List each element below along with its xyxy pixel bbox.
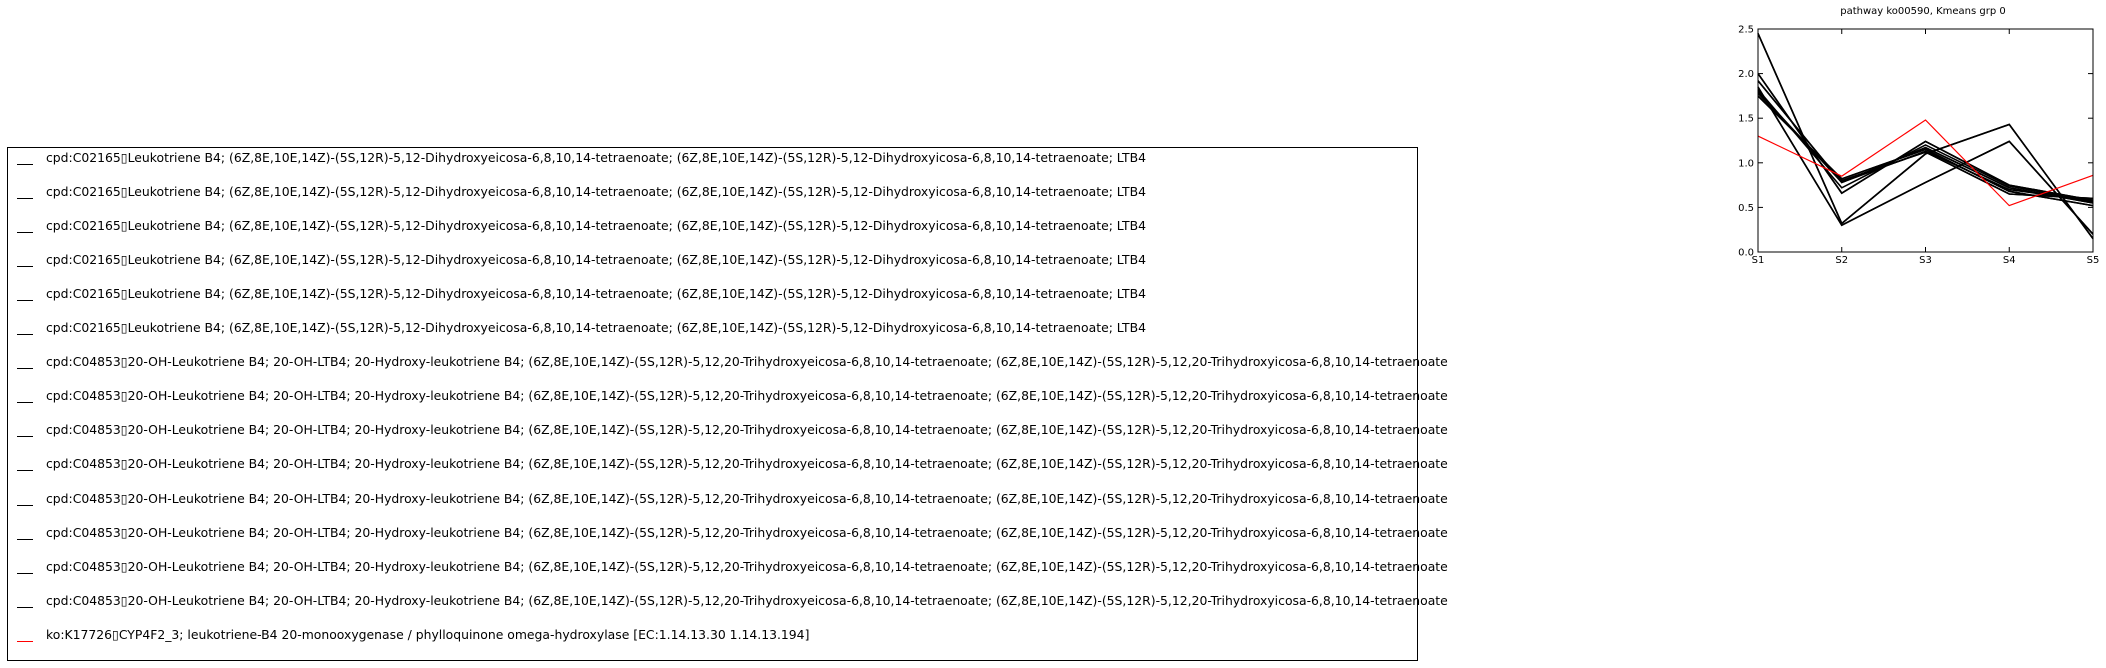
y-tick-label: 2.5 — [1738, 25, 1754, 36]
legend-item: cpd:C04853▯20-OH-Leukotriene B4; 20-OH-L… — [8, 456, 1448, 476]
legend-swatch — [17, 606, 33, 608]
legend-label: cpd:C04853▯20-OH-Leukotriene B4; 20-OH-L… — [46, 422, 1448, 438]
series-line-6 — [1757, 33, 2094, 240]
legend-swatch — [17, 368, 33, 370]
y-tick-label: 2.0 — [1738, 69, 1754, 80]
y-tick-label: 1.0 — [1738, 158, 1754, 169]
legend-label: cpd:C02165▯Leukotriene B4; (6Z,8E,10E,14… — [46, 218, 1146, 234]
legend-item: cpd:C04853▯20-OH-Leukotriene B4; 20-OH-L… — [8, 354, 1448, 374]
series-line-0 — [1757, 33, 2094, 240]
legend-swatch — [17, 504, 33, 506]
legend-label: cpd:C04853▯20-OH-Leukotriene B4; 20-OH-L… — [46, 558, 1448, 574]
legend-swatch — [17, 402, 33, 404]
legend-item: cpd:C04853▯20-OH-Leukotriene B4; 20-OH-L… — [8, 422, 1448, 442]
legend-swatch — [17, 266, 33, 268]
legend-label: cpd:C02165▯Leukotriene B4; (6Z,8E,10E,14… — [46, 184, 1146, 200]
legend-swatch — [17, 572, 33, 574]
legend-item: cpd:C02165▯Leukotriene B4; (6Z,8E,10E,14… — [8, 286, 1408, 306]
legend-label: cpd:C02165▯Leukotriene B4; (6Z,8E,10E,14… — [46, 320, 1146, 336]
series-line-1 — [1757, 73, 2094, 202]
legend-label: ko:K17726▯CYP4F2_3; leukotriene-B4 20-mo… — [46, 626, 810, 642]
legend-item: cpd:C02165▯Leukotriene B4; (6Z,8E,10E,14… — [8, 320, 1408, 340]
y-tick-label: 1.5 — [1738, 114, 1754, 125]
legend-item: ko:K17726▯CYP4F2_3; leukotriene-B4 20-mo… — [8, 627, 1408, 647]
legend-label: cpd:C04853▯20-OH-Leukotriene B4; 20-OH-L… — [46, 354, 1448, 370]
legend-swatch — [17, 640, 33, 642]
x-tick-label: S5 — [2087, 255, 2100, 266]
legend-label: cpd:C04853▯20-OH-Leukotriene B4; 20-OH-L… — [46, 490, 1448, 506]
legend-label: cpd:C02165▯Leukotriene B4; (6Z,8E,10E,14… — [46, 150, 1146, 165]
legend-label: cpd:C04853▯20-OH-Leukotriene B4; 20-OH-L… — [46, 592, 1448, 608]
legend-swatch — [17, 164, 33, 165]
legend-label: cpd:C04853▯20-OH-Leukotriene B4; 20-OH-L… — [46, 524, 1448, 540]
legend-item: cpd:C02165▯Leukotriene B4; (6Z,8E,10E,14… — [8, 184, 1408, 204]
y-tick-label: 0.5 — [1738, 203, 1754, 214]
legend-swatch — [17, 300, 33, 302]
legend-swatch — [17, 232, 33, 234]
legend-item: cpd:C02165▯Leukotriene B4; (6Z,8E,10E,14… — [8, 218, 1408, 238]
x-tick-label: S1 — [1752, 255, 1765, 266]
chart-title: pathway ko00590, Kmeans grp 0 — [1840, 6, 2006, 17]
legend-item: cpd:C04853▯20-OH-Leukotriene B4; 20-OH-L… — [8, 593, 1448, 613]
legend-swatch — [17, 470, 33, 472]
legend-item: cpd:C04853▯20-OH-Leukotriene B4; 20-OH-L… — [8, 491, 1448, 511]
legend-swatch — [17, 198, 33, 200]
legend-label: cpd:C02165▯Leukotriene B4; (6Z,8E,10E,14… — [46, 286, 1146, 302]
legend-item: cpd:C04853▯20-OH-Leukotriene B4; 20-OH-L… — [8, 559, 1448, 579]
x-tick-label: S2 — [1835, 255, 1848, 266]
legend-swatch — [17, 538, 33, 540]
legend-label: cpd:C02165▯Leukotriene B4; (6Z,8E,10E,14… — [46, 252, 1146, 268]
series-line-12 — [1757, 90, 2094, 202]
legend-item: cpd:C02165▯Leukotriene B4; (6Z,8E,10E,14… — [8, 150, 1408, 170]
legend-label: cpd:C04853▯20-OH-Leukotriene B4; 20-OH-L… — [46, 456, 1448, 472]
legend: cpd:C02165▯Leukotriene B4; (6Z,8E,10E,14… — [7, 147, 1448, 661]
legend-item: cpd:C02165▯Leukotriene B4; (6Z,8E,10E,14… — [8, 252, 1408, 272]
legend-item: cpd:C04853▯20-OH-Leukotriene B4; 20-OH-L… — [8, 525, 1448, 545]
series-line-7 — [1757, 73, 2094, 202]
plot-lines — [1757, 33, 2094, 240]
legend-swatch — [17, 334, 33, 336]
legend-label: cpd:C04853▯20-OH-Leukotriene B4; 20-OH-L… — [46, 388, 1448, 404]
x-tick-label: S4 — [2003, 255, 2016, 266]
legend-swatch — [17, 436, 33, 438]
x-tick-label: S3 — [1919, 255, 1932, 266]
legend-item: cpd:C04853▯20-OH-Leukotriene B4; 20-OH-L… — [8, 388, 1448, 408]
